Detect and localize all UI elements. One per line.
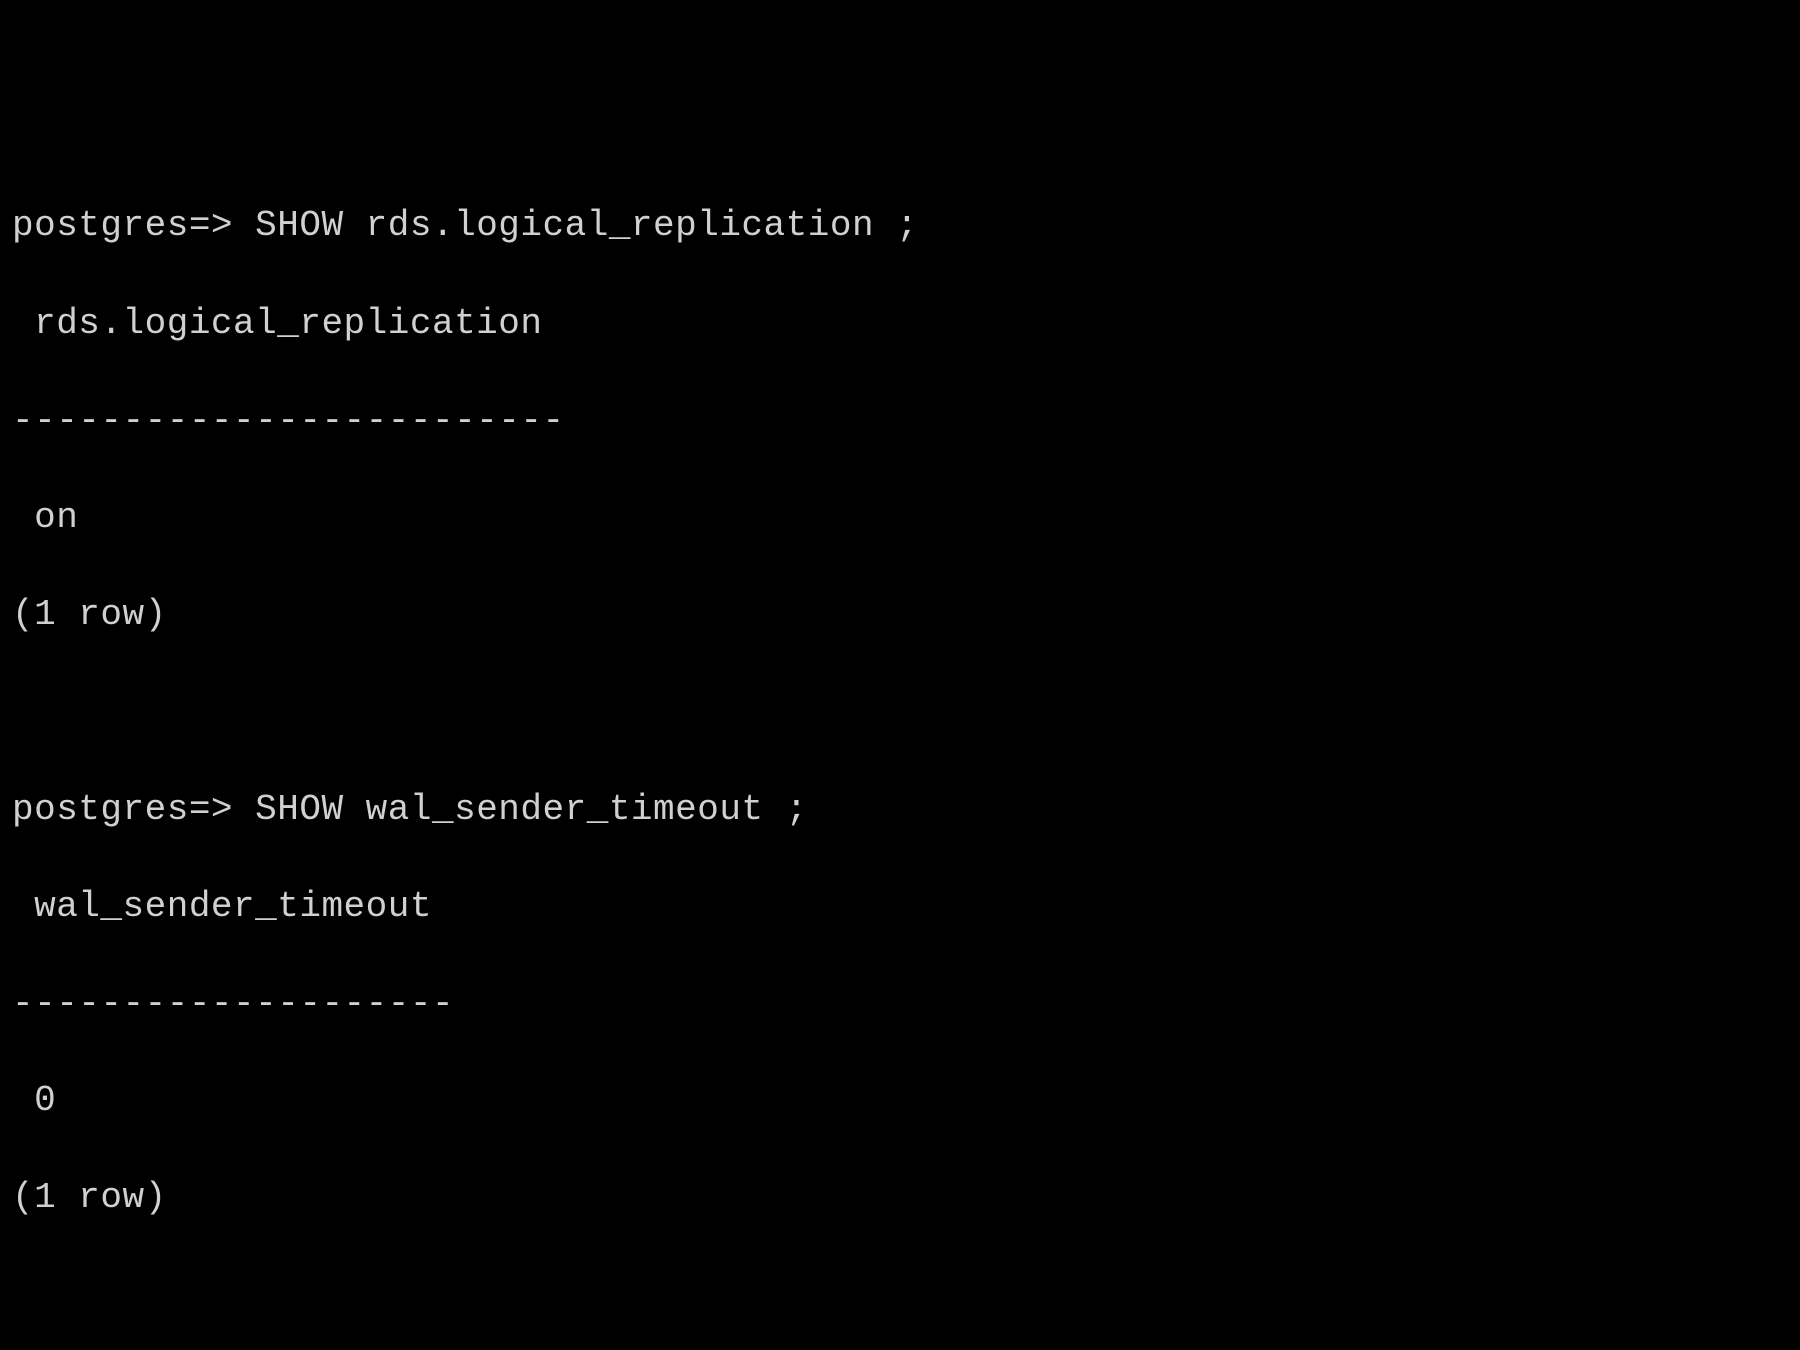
result-value: 0 (12, 1077, 1788, 1126)
command-line[interactable]: postgres=> SHOW rds.logical_replication … (12, 202, 1788, 251)
result-value: on (12, 494, 1788, 543)
sql-command: SHOW rds.logical_replication ; (255, 205, 918, 246)
result-footer: (1 row) (12, 591, 1788, 640)
result-separator: ------------------------- (12, 397, 1788, 446)
result-header: wal_sender_timeout (12, 883, 1788, 932)
prompt: postgres=> (12, 789, 233, 830)
prompt: postgres=> (12, 205, 233, 246)
command-line[interactable]: postgres=> SHOW wal_sender_timeout ; (12, 786, 1788, 835)
result-header: rds.logical_replication (12, 300, 1788, 349)
sql-command: SHOW wal_sender_timeout ; (255, 789, 808, 830)
terminal-output: postgres=> SHOW rds.logical_replication … (12, 154, 1788, 1272)
result-separator: -------------------- (12, 980, 1788, 1029)
result-footer: (1 row) (12, 1174, 1788, 1223)
blank-line (12, 688, 1788, 737)
